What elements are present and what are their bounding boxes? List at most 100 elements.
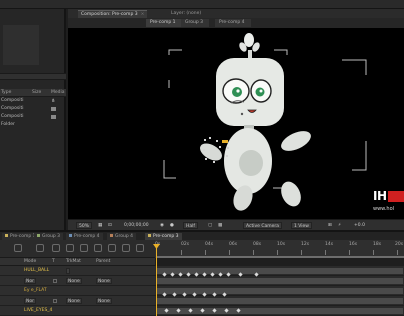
keyframe[interactable] [192,292,197,297]
layer-row[interactable]: Nor None None [0,296,155,306]
keyframe[interactable] [172,292,177,297]
keyframe[interactable] [236,308,241,313]
ruler-label: 18s [373,242,382,247]
search-icon[interactable] [14,244,22,252]
timeline-tab-label: Group 4 [115,234,133,239]
resolution-dropdown[interactable]: Half [183,222,198,229]
exposure-value[interactable]: +0.0 [354,222,365,229]
keyframe[interactable] [212,292,217,297]
shy-icon[interactable] [66,244,74,252]
layer-row[interactable]: Ey e_FLAT [0,286,155,296]
column-size[interactable]: Size [32,90,41,95]
ruler-tick [301,250,302,255]
layer-name[interactable]: Ey e_FLAT [24,288,47,293]
work-area-bar[interactable] [157,256,404,258]
keyframe[interactable] [170,272,175,277]
region-of-interest-icon[interactable]: ▢ [208,222,212,229]
keyframe[interactable] [186,272,191,277]
layer-row[interactable]: HULL_BALL [0,266,155,276]
safe-zones-icon[interactable]: ⊡ [108,222,112,229]
column-media[interactable]: Media [51,90,65,95]
composition-panel: Pre-comp 1 Group 3 Pre-comp 4 50% ▦ ⊡ 0;… [68,18,404,230]
layer-row[interactable]: LIVE_EYES_4 [0,306,155,316]
frame-blending-icon[interactable] [80,244,88,252]
motion-blur-icon[interactable] [94,244,102,252]
keyframe[interactable] [200,308,205,313]
keyframe[interactable] [226,272,231,277]
project-item[interactable]: Compositi [0,113,66,121]
flow-item[interactable]: Pre-comp 1 [146,19,182,27]
comp-window-tabs: Composition: Pre-comp 3 × Layer: (none) [68,9,404,18]
keyframe[interactable] [182,292,187,297]
graph-editor-icon[interactable] [122,244,130,252]
close-icon[interactable]: × [141,12,145,17]
layer-name[interactable]: LIVE_EYES_4 [24,308,52,313]
tab-composition[interactable]: Composition: Pre-comp 3 × [78,10,148,18]
keyframe[interactable] [176,308,181,313]
grid-icon[interactable]: ▦ [98,222,102,229]
composition-viewer[interactable] [68,28,404,219]
project-item[interactable]: Compositi ⋔ [0,97,66,105]
keyframe[interactable] [212,308,217,313]
column-type[interactable]: Type [1,90,11,95]
project-item[interactable]: Compositi [0,105,66,113]
parent-dropdown[interactable]: None [96,298,112,304]
brainstorm-icon[interactable] [108,244,116,252]
project-search-input[interactable] [0,73,66,80]
keyframe[interactable] [254,272,259,277]
camera-dropdown[interactable]: Active Camera [243,222,283,229]
watermark-logo: IH www.hol [372,189,404,219]
draft-3d-icon[interactable] [52,244,60,252]
keyframe[interactable] [222,292,227,297]
parent-dropdown[interactable]: None [96,278,112,284]
magnification-dropdown[interactable]: 50% [76,222,93,229]
ruler-label: 20s [395,242,404,247]
tab-composition-label: Composition: Pre-comp 3 [81,12,138,17]
keyframe[interactable] [218,272,223,277]
keyframe[interactable] [162,292,167,297]
keyframe[interactable] [238,272,243,277]
fast-preview-icon[interactable]: ⚡ [338,222,341,229]
project-column-header: Type Size Media [0,89,66,97]
tab-layer[interactable]: Layer: (none) [168,10,204,18]
layer-name[interactable]: HULL_BALL [24,268,49,273]
project-item[interactable]: Folder [0,121,66,129]
robot-head [216,58,284,126]
trkmat-dropdown[interactable]: None [66,278,82,284]
current-time-indicator[interactable] [156,246,157,316]
layer-row[interactable]: Nor None None [0,276,155,286]
column-mode: Mode [24,259,37,264]
comp-mini-flowchart-icon[interactable] [36,244,44,252]
flow-item[interactable]: Pre-comp 4 [215,19,251,27]
snapshot-icon[interactable]: ◉ [160,222,164,229]
show-channel-icon[interactable]: ● [170,222,174,229]
ruler-tick [397,250,398,255]
project-item-name: Compositi [1,106,24,111]
keyframe[interactable] [188,308,193,313]
ruler-label: 06s [229,242,238,247]
keyframe[interactable] [162,272,167,277]
keyframe[interactable] [224,308,229,313]
render-icon[interactable] [136,244,144,252]
keyframe[interactable] [194,272,199,277]
flow-item[interactable]: Group 3 [181,19,209,27]
keyframe[interactable] [210,272,215,277]
mode-dropdown[interactable]: Nor [24,278,36,284]
keyframe[interactable] [164,308,169,313]
view-layout-dropdown[interactable]: 1 View [291,222,312,229]
keyframe[interactable] [178,272,183,277]
keyframe[interactable] [202,292,207,297]
composition-canvas[interactable] [68,28,404,219]
keyframe-layer [155,266,404,316]
trkmat-dropdown[interactable]: None [66,298,82,304]
toggle-pixel-icon[interactable]: ⊞ [328,222,332,229]
preserve-transparency-checkbox[interactable] [53,279,57,283]
transparency-grid-icon[interactable]: ▩ [218,222,222,229]
preserve-transparency-checkbox[interactable] [53,299,57,303]
ruler-label: 14s [325,242,334,247]
current-time[interactable]: 0;00;00;00 [124,222,149,229]
keyframe[interactable] [202,272,207,277]
ruler-label: 08s [253,242,262,247]
mode-dropdown[interactable]: Nor [24,298,36,304]
trkmat-dropdown[interactable] [66,268,70,274]
